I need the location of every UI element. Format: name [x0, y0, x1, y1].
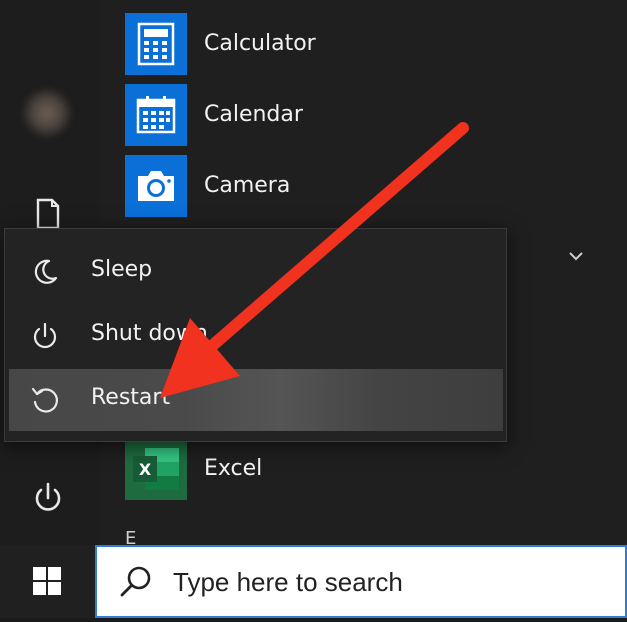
calendar-icon [125, 84, 187, 146]
search-box[interactable]: Type here to search [95, 545, 627, 618]
excel-icon: X [125, 438, 187, 500]
app-label: Calendar [204, 102, 303, 127]
user-avatar[interactable] [22, 88, 72, 138]
camera-icon [125, 155, 187, 217]
power-icon[interactable] [28, 478, 68, 518]
restart-icon [31, 387, 58, 413]
svg-text:X: X [139, 460, 152, 479]
taskbar: Type here to search [0, 545, 627, 618]
search-placeholder: Type here to search [173, 567, 403, 597]
calculator-icon [125, 13, 187, 75]
windows-logo-icon [33, 567, 61, 595]
power-options-menu: Sleep Shut down Restart [4, 228, 507, 442]
menu-item-restart[interactable]: Restart [9, 369, 503, 431]
power-icon [33, 322, 57, 349]
app-label: Excel [204, 456, 263, 481]
menu-item-label: Restart [91, 385, 171, 410]
menu-item-label: Shut down [91, 321, 208, 346]
menu-item-shut-down[interactable]: Shut down [9, 305, 503, 367]
menu-item-sleep[interactable]: Sleep [9, 241, 503, 303]
chevron-down-icon[interactable] [565, 245, 587, 267]
start-button[interactable] [0, 545, 95, 618]
menu-item-label: Sleep [91, 257, 153, 282]
moon-icon [34, 259, 58, 284]
app-label: Camera [204, 173, 291, 198]
app-label: Calculator [204, 31, 316, 56]
search-icon [120, 566, 151, 597]
